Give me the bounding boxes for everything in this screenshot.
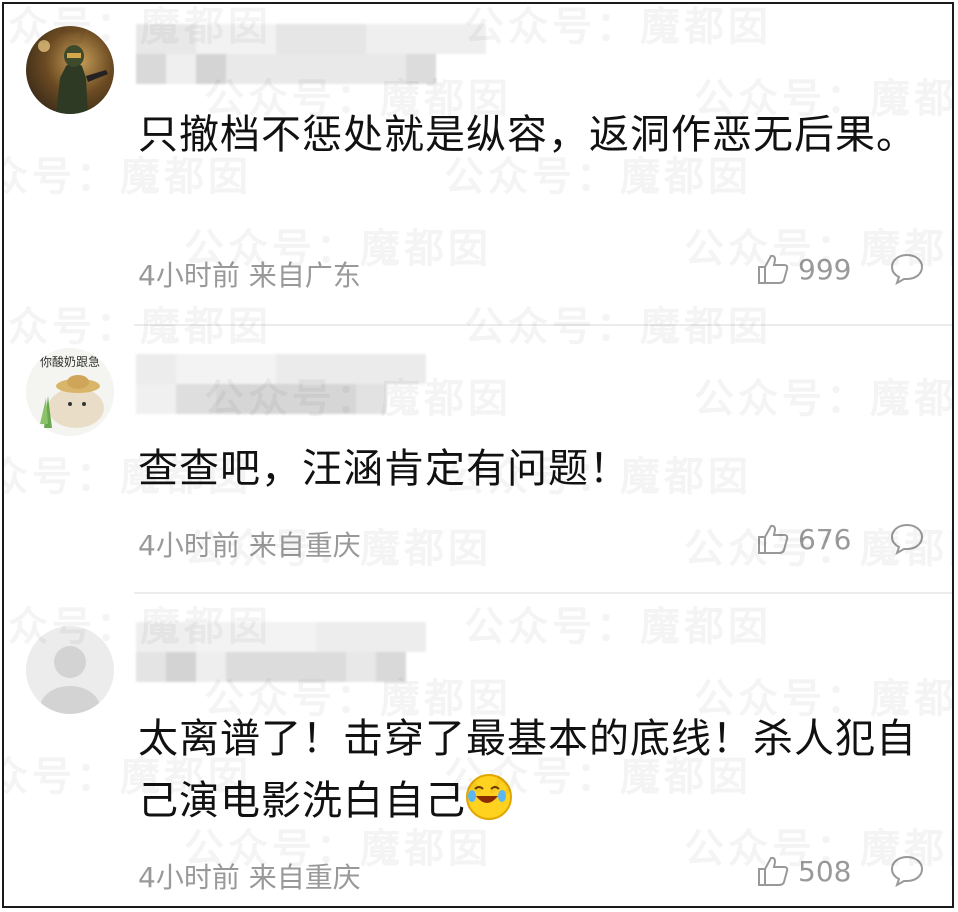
comment-bubble-icon [890,253,924,286]
comment-meta: 4小时前 来自重庆 [138,524,361,564]
comment-meta: 4小时前 来自广东 [138,254,361,294]
comment-time: 4小时前 [138,529,240,562]
like-count: 508 [798,854,852,888]
cat-meme-avatar-image: 你酸奶跟急 [40,354,104,428]
like-count: 999 [798,252,852,286]
armored-soldier-avatar-image [38,40,108,114]
comment-text: 只撤档不惩处就是纵容，返洞作恶无后果。 [138,112,917,158]
comment-time: 4小时前 [138,861,240,894]
user-avatar[interactable]: 你酸奶跟急 [26,348,114,436]
blurred-username[interactable] [136,354,436,414]
comment-meta: 4小时前 来自重庆 [138,856,361,896]
comment-item: 你酸奶跟急 查查吧，汪涵肯定有问题！ 4小时前 来自重庆 676 [4,326,952,594]
reply-button[interactable] [889,252,925,286]
thumbs-up-icon [758,254,789,284]
comment-text-content: 太离谱了！击穿了最基本的底线！杀人犯自己演电影洗白自己 [138,716,917,824]
comment-text: 太离谱了！击穿了最基本的底线！杀人犯自己演电影洗白自己 [138,708,928,832]
like-button[interactable]: 508 [756,854,851,888]
comment-item: 太离谱了！击穿了最基本的底线！杀人犯自己演电影洗白自己 4小时前 来自重庆 50… [4,594,952,906]
laughing-crying-emoji-icon [466,774,512,820]
thumbs-up-icon [758,524,789,554]
comment-text: 查查吧，汪涵肯定有问题！ [138,446,630,492]
comment-time: 4小时前 [138,259,240,292]
default-user-avatar-image [40,646,100,714]
avatar-caption: 你酸奶跟急 [40,354,100,369]
user-avatar[interactable] [26,26,114,114]
user-avatar[interactable] [26,626,114,714]
comment-location: 来自重庆 [248,861,361,894]
like-button[interactable]: 676 [756,522,851,556]
comment-bubble-icon [890,523,924,556]
comment-item: 只撤档不惩处就是纵容，返洞作恶无后果。 4小时前 来自广东 999 [4,4,952,326]
comment-list-frame: 只撤档不惩处就是纵容，返洞作恶无后果。 4小时前 来自广东 999 你酸奶跟急 [2,2,954,908]
blurred-username[interactable] [136,24,486,84]
reply-button[interactable] [889,522,925,556]
comment-location: 来自广东 [248,259,361,292]
comment-location: 来自重庆 [248,529,361,562]
blurred-username[interactable] [136,622,436,682]
reply-button[interactable] [889,854,925,888]
like-count: 676 [798,522,852,556]
comment-bubble-icon [890,855,924,888]
like-button[interactable]: 999 [756,252,851,286]
thumbs-up-icon [758,856,789,886]
